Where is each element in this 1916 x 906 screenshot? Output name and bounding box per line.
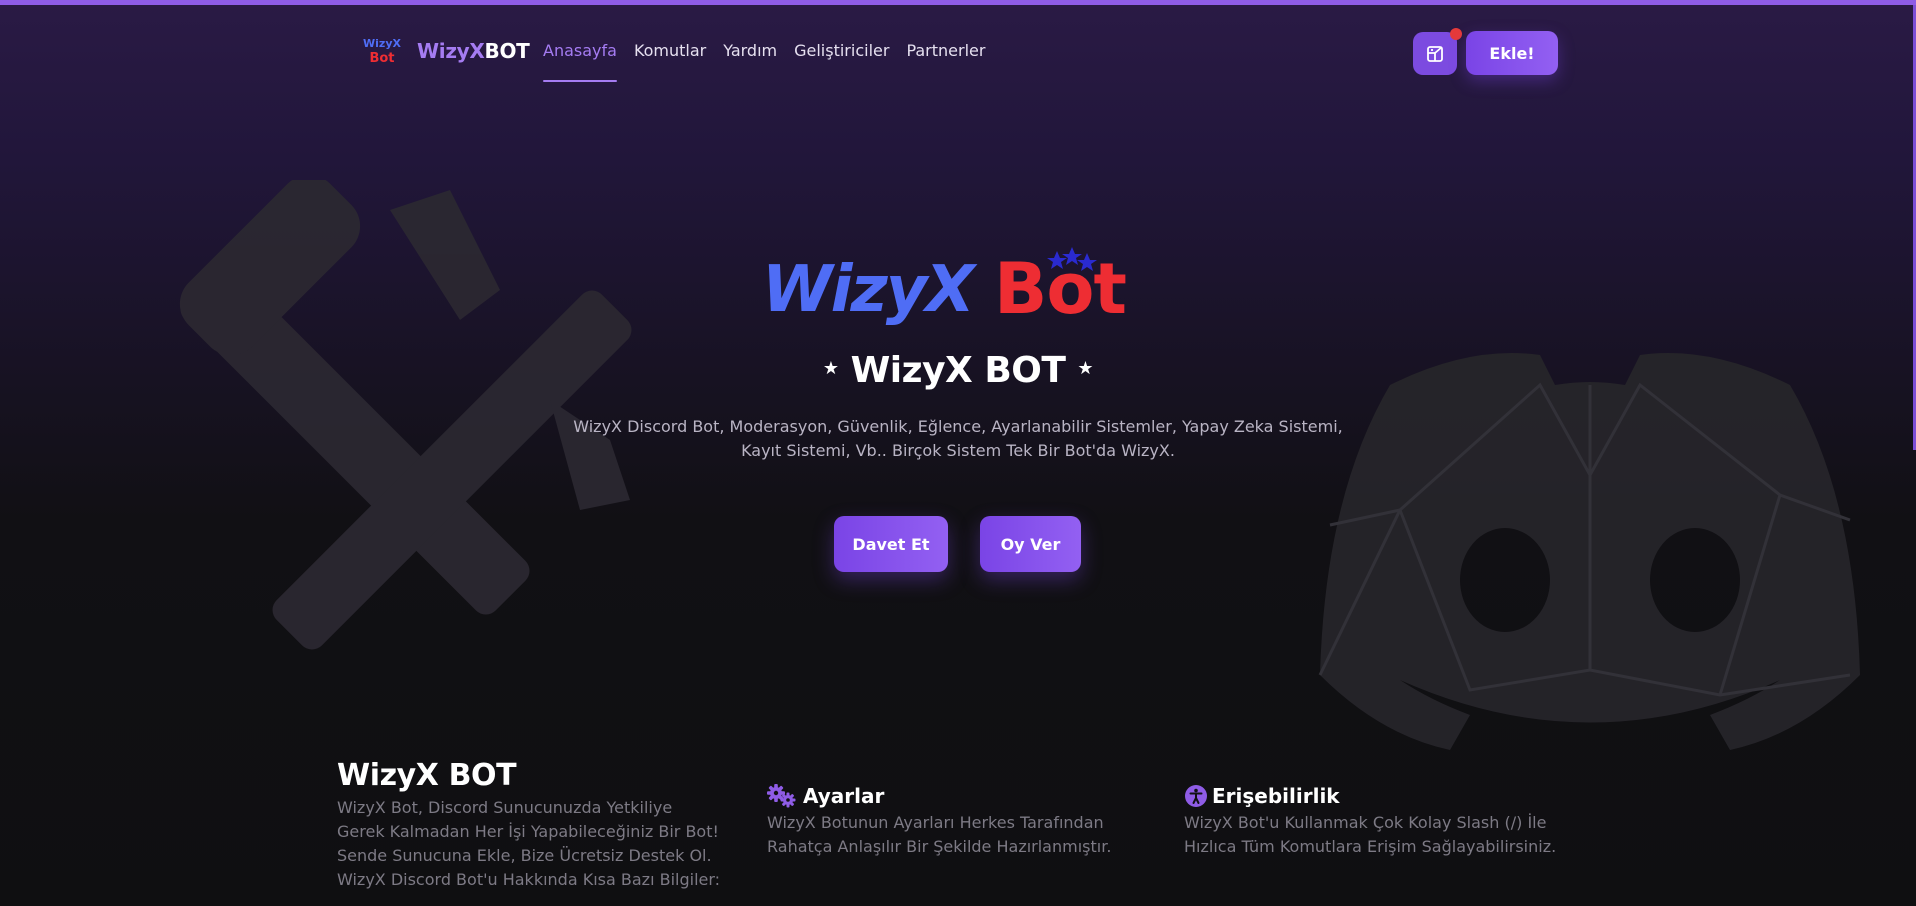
nav-link-komutlar[interactable]: Komutlar xyxy=(634,41,706,82)
star-icon: ★ xyxy=(1077,357,1094,379)
hero-title-text: WizyX BOT xyxy=(850,350,1066,391)
nav-link-partnerler[interactable]: Partnerler xyxy=(906,41,985,82)
about-text-line: WizyX Bot, Discord Sunucunuzda Yetkiliye xyxy=(337,798,673,817)
about-text-line: WizyX Discord Bot'u Hakkında Kısa Bazı B… xyxy=(337,870,721,889)
about-title: WizyX BOT xyxy=(337,758,517,793)
about-text-line: Gerek Kalmadan Her İşi Yapabileceğiniz B… xyxy=(337,822,719,841)
settings-heading: Ayarlar xyxy=(767,784,884,808)
accessibility-title: Erişebilirlik xyxy=(1212,784,1340,808)
svg-text:WizyX: WizyX xyxy=(363,37,401,50)
svg-text:Bot: Bot xyxy=(369,51,394,65)
about-text-line: Sende Sunucuna Ekle, Bize Ücretsiz Deste… xyxy=(337,846,712,865)
notification-dot xyxy=(1450,28,1462,40)
nav-link-gelistiriciler[interactable]: Geliştiriciler xyxy=(794,41,889,82)
accessibility-text: WizyX Bot'u Kullanmak Çok Kolay Slash (/… xyxy=(1184,811,1584,859)
invite-button[interactable]: Davet Et xyxy=(834,516,948,572)
nav-link-anasayfa[interactable]: Anasayfa xyxy=(543,41,617,82)
nav-links: Anasayfa Komutlar Yardım Geliştiriciler … xyxy=(543,41,985,82)
accessibility-text-line: WizyX Bot'u Kullanmak Çok Kolay Slash (/… xyxy=(1184,813,1547,832)
hero-title: ★ WizyX BOT ★ xyxy=(0,350,1916,391)
settings-text-line: WizyX Botunun Ayarları Herkes Tarafından xyxy=(767,813,1104,832)
add-bot-button[interactable]: Ekle! xyxy=(1466,31,1558,75)
hero-description: WizyX Discord Bot, Moderasyon, Güvenlik,… xyxy=(560,415,1356,463)
settings-text-line: Rahatça Anlaşılır Bir Şekilde Hazırlanmı… xyxy=(767,837,1112,856)
svg-text:WizyX: WizyX xyxy=(762,253,978,325)
star-icon: ★ xyxy=(822,357,839,379)
vote-button[interactable]: Oy Ver xyxy=(980,516,1081,572)
brand-name-part-a: WizyX xyxy=(417,39,485,63)
wizyx-logo-badge[interactable]: WizyX Bot xyxy=(360,35,404,65)
settings-title: Ayarlar xyxy=(803,784,885,808)
about-text: WizyX Bot, Discord Sunucunuzda Yetkiliye… xyxy=(337,796,737,892)
brand-name-part-b: BOT xyxy=(484,39,530,63)
dashboard-icon xyxy=(1427,45,1443,62)
discord-icon xyxy=(1318,353,1860,750)
accessibility-heading: Erişebilirlik xyxy=(1184,784,1340,808)
top-navbar: WizyX Bot WizyXBOT Anasayfa Komutlar Yar… xyxy=(0,5,1916,85)
accessibility-text-line: Hızlıca Tüm Komutlara Erişim Sağlayabili… xyxy=(1184,837,1557,856)
hero-description-line: Kayıt Sistemi, Vb.. Birçok Sistem Tek Bi… xyxy=(741,441,1175,460)
wizyx-bot-logo: WizyX Bot xyxy=(762,247,1127,325)
dashboard-button[interactable] xyxy=(1413,28,1462,75)
gears-icon xyxy=(767,784,796,808)
settings-text: WizyX Botunun Ayarları Herkes Tarafından… xyxy=(767,811,1147,859)
brand-name[interactable]: WizyXBOT xyxy=(417,39,530,63)
hero-description-line: WizyX Discord Bot, Moderasyon, Güvenlik,… xyxy=(573,417,1343,436)
accessibility-icon xyxy=(1185,785,1207,807)
nav-link-yardim[interactable]: Yardım xyxy=(723,41,777,82)
